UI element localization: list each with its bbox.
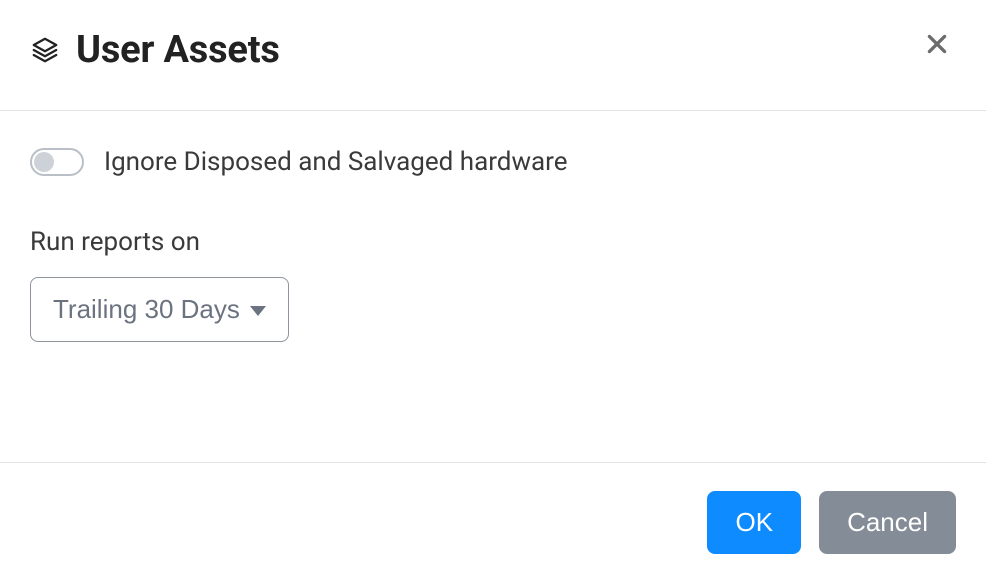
title-wrap: User Assets xyxy=(30,28,280,72)
layers-icon xyxy=(30,35,60,65)
modal-footer: OK Cancel xyxy=(0,462,986,576)
ignore-hardware-row: Ignore Disposed and Salvaged hardware xyxy=(30,147,956,177)
ignore-hardware-toggle[interactable] xyxy=(30,148,84,176)
user-assets-modal: User Assets Ignore Disposed and Salvaged… xyxy=(0,0,986,576)
ok-button[interactable]: OK xyxy=(707,491,801,554)
date-range-select[interactable]: Trailing 30 Days xyxy=(30,277,289,342)
cancel-button[interactable]: Cancel xyxy=(819,491,956,554)
modal-body: Ignore Disposed and Salvaged hardware Ru… xyxy=(0,111,986,462)
date-range-selected-value: Trailing 30 Days xyxy=(53,294,240,325)
close-button[interactable] xyxy=(918,25,956,66)
modal-header: User Assets xyxy=(0,0,986,111)
page-title: User Assets xyxy=(76,28,280,72)
toggle-knob xyxy=(34,152,54,172)
ignore-hardware-label: Ignore Disposed and Salvaged hardware xyxy=(104,147,568,177)
caret-down-icon xyxy=(250,304,266,316)
close-icon xyxy=(924,31,950,60)
run-reports-label: Run reports on xyxy=(30,227,956,257)
